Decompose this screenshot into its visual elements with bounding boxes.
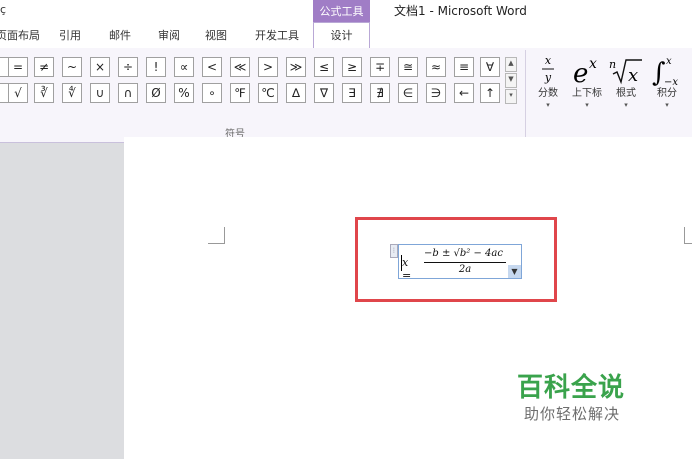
equation-move-handle[interactable]: ⋮: [390, 244, 398, 258]
equation-options-dropdown[interactable]: ▼: [508, 265, 521, 278]
svg-text:x: x: [589, 56, 597, 72]
radical-icon: n x: [608, 52, 644, 88]
script-button[interactable]: e x 上下标 ▾: [569, 52, 605, 110]
symbol-fourth-root[interactable]: ∜: [62, 83, 82, 103]
symbol-cube-root[interactable]: ∛: [34, 83, 54, 103]
symbol-less-equal[interactable]: ≤: [314, 57, 334, 77]
context-tab-group-label: 公式工具: [319, 5, 364, 18]
symbol-identical[interactable]: ≡: [454, 57, 474, 77]
crop-mark-left: [208, 227, 225, 244]
equation-numerator: −b ± √b² − 4ac: [424, 248, 503, 259]
symbol-percent[interactable]: %: [174, 83, 194, 103]
integral-label: 积分: [657, 88, 677, 99]
symbol-celsius[interactable]: ℃: [258, 83, 278, 103]
chevron-down-icon: ▾: [624, 101, 628, 109]
crop-mark-right: [684, 227, 692, 244]
tab-mailings[interactable]: 邮件: [102, 23, 138, 48]
symbol-minus-plus[interactable]: ∓: [370, 57, 390, 77]
integral-button[interactable]: ∫ x −x 积分 ▾: [650, 52, 684, 110]
tab-view[interactable]: 视图: [198, 23, 234, 48]
symbol-contains[interactable]: ∋: [426, 83, 446, 103]
symbol-equals[interactable]: =: [8, 57, 28, 77]
chevron-down-icon: ▾: [585, 101, 589, 109]
symbol-fahrenheit[interactable]: ℉: [230, 83, 250, 103]
symbol-not-equal[interactable]: ≠: [34, 57, 54, 77]
radical-label: 根式: [616, 88, 636, 99]
watermark-subtitle: 助你轻松解决: [524, 405, 621, 423]
svg-text:x: x: [666, 56, 672, 67]
document-title: 文档1 - Microsoft Word: [394, 4, 527, 18]
symbol-delta[interactable]: ∆: [286, 83, 306, 103]
symbol-proportional[interactable]: ∝: [174, 57, 194, 77]
fraction-label: 分数: [538, 88, 558, 99]
watermark-title: 百科全说: [517, 373, 626, 403]
title-bar-fragment: ç: [0, 3, 7, 16]
tab-page-layout[interactable]: 页面布局: [0, 23, 42, 48]
symbol-sqrt[interactable]: √: [8, 83, 28, 103]
symbol-tilde[interactable]: ~: [62, 57, 82, 77]
fraction-button[interactable]: x y 分数 ▾: [533, 52, 563, 110]
symbol-union[interactable]: ∪: [90, 83, 110, 103]
symbol-much-less[interactable]: ≪: [230, 57, 250, 77]
symbol-much-greater[interactable]: ≫: [286, 57, 306, 77]
svg-text:−x: −x: [664, 77, 678, 88]
svg-text:n: n: [609, 58, 616, 71]
symbol-times[interactable]: ×: [90, 57, 110, 77]
svg-text:e: e: [573, 59, 588, 88]
tab-review[interactable]: 审阅: [151, 23, 187, 48]
gallery-more-button[interactable]: ▾: [505, 89, 517, 104]
symbol-less-than[interactable]: <: [202, 57, 222, 77]
symbol-greater-equal[interactable]: ≥: [342, 57, 362, 77]
fraction-bar: [424, 262, 506, 263]
integral-icon: ∫ x −x: [650, 52, 684, 88]
fraction-icon: x y: [533, 52, 563, 88]
symbol-approx[interactable]: ≈: [426, 57, 446, 77]
tab-developer[interactable]: 开发工具: [248, 23, 306, 48]
svg-text:y: y: [544, 71, 552, 84]
symbol-divide[interactable]: ÷: [118, 57, 138, 77]
symbol-exists[interactable]: ∃: [342, 83, 362, 103]
symbol-for-all[interactable]: ∀: [480, 57, 500, 77]
symbol-degree[interactable]: ∘: [202, 83, 222, 103]
svg-text:x: x: [545, 54, 552, 67]
symbol-nabla[interactable]: ∇: [314, 83, 334, 103]
chevron-down-icon: ▾: [546, 101, 550, 109]
symbol-left-arrow[interactable]: ←: [454, 83, 474, 103]
symbol-empty-set[interactable]: Ø: [146, 83, 166, 103]
symbol-up-arrow[interactable]: ↑: [480, 83, 500, 103]
symbol-intersection[interactable]: ∩: [118, 83, 138, 103]
equation-denominator: 2a: [458, 264, 472, 275]
tab-design[interactable]: 设计: [313, 22, 370, 49]
symbol-element-of[interactable]: ∈: [398, 83, 418, 103]
group-separator: [525, 50, 526, 138]
gallery-scroll-up[interactable]: ▲: [505, 57, 517, 72]
radical-button[interactable]: n x 根式 ▾: [608, 52, 644, 110]
svg-text:x: x: [628, 65, 638, 86]
equation-lhs: x =: [402, 256, 412, 282]
symbol-greater-than[interactable]: >: [258, 57, 278, 77]
symbol-not-exists[interactable]: ∄: [370, 83, 390, 103]
tab-references[interactable]: 引用: [52, 23, 88, 48]
script-icon: e x: [569, 52, 605, 89]
symbol-congruent[interactable]: ≅: [398, 57, 418, 77]
script-label: 上下标: [572, 88, 602, 99]
symbol-factorial[interactable]: !: [146, 57, 166, 77]
chevron-down-icon: ▾: [665, 101, 669, 109]
gallery-scroll-down[interactable]: ▼: [505, 73, 517, 88]
